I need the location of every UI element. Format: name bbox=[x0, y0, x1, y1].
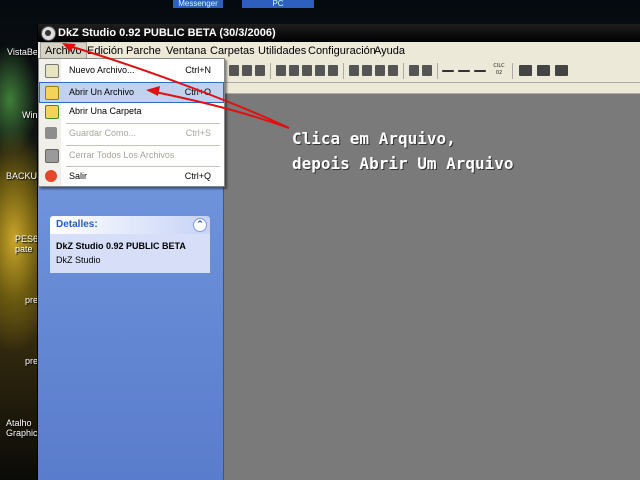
menu-item-label: Abrir Una Carpeta bbox=[69, 106, 142, 116]
close-all-icon bbox=[45, 149, 59, 163]
toolbar-secondary bbox=[224, 83, 640, 94]
menu-item-label: Nuevo Archivo... bbox=[69, 65, 135, 75]
title-bar[interactable]: DkZ Studio 0.92 PUBLIC BETA (30/3/2006) bbox=[38, 24, 640, 42]
desktop-icon-vistabe[interactable]: VistaBe bbox=[7, 47, 38, 57]
calc-button[interactable]: CILC 02 bbox=[492, 63, 506, 77]
menu-item-shortcut: Ctrl+Q bbox=[184, 171, 211, 181]
save-icon bbox=[45, 127, 57, 139]
menu-item-nuevo-archivo[interactable]: Nuevo Archivo... Ctrl+N bbox=[40, 61, 223, 80]
toolbar-button-icon[interactable] bbox=[328, 65, 338, 76]
details-header[interactable]: Detalles: ⌃ bbox=[50, 216, 210, 234]
toolbar-button-icon[interactable] bbox=[276, 65, 286, 76]
toolbar-button-icon[interactable] bbox=[229, 65, 239, 76]
menu-item-label: Guardar Como... bbox=[69, 128, 137, 138]
tutorial-annotation: Clica em Arquivo, depois Abrir Um Arquiv… bbox=[292, 126, 514, 176]
toolbar-button-icon[interactable] bbox=[242, 65, 252, 76]
menu-ayuda[interactable]: Ayuda bbox=[370, 43, 409, 59]
app-logo-icon bbox=[41, 26, 56, 41]
toolbar-button-icon[interactable] bbox=[555, 65, 568, 76]
open-folder-icon bbox=[45, 105, 59, 119]
toolbar-button-icon[interactable] bbox=[302, 65, 312, 76]
details-body: DkZ Studio 0.92 PUBLIC BETA DkZ Studio bbox=[50, 234, 210, 273]
menu-item-salir[interactable]: Salir Ctrl+Q bbox=[40, 167, 223, 186]
window-title: DkZ Studio 0.92 PUBLIC BETA (30/3/2006) bbox=[58, 27, 276, 39]
toolbar-button-icon[interactable] bbox=[289, 65, 299, 76]
menu-configuracion[interactable]: Configuración bbox=[304, 43, 380, 59]
desktop-icon-label: VistaBe bbox=[7, 47, 38, 57]
toolbar-button-icon[interactable] bbox=[422, 65, 432, 76]
details-panel: Detalles: ⌃ DkZ Studio 0.92 PUBLIC BETA … bbox=[50, 216, 210, 273]
menu-item-cerrar-todos[interactable]: Cerrar Todos Los Archivos bbox=[40, 146, 223, 165]
toolbar-button-icon[interactable] bbox=[315, 65, 325, 76]
desktop-icon-label: PES6 pate bbox=[15, 234, 39, 254]
messenger-tab-label: Messenger bbox=[178, 0, 218, 8]
toolbar-separator bbox=[343, 63, 344, 79]
toolbar-button-icon[interactable] bbox=[537, 65, 550, 76]
annotation-line-2: depois Abrir Um Arquivo bbox=[292, 154, 514, 173]
toolbar-button-icon[interactable] bbox=[458, 70, 470, 72]
new-file-icon bbox=[45, 64, 59, 78]
menu-item-label: Salir bbox=[69, 171, 88, 181]
menu-item-label: Abrir Un Archivo bbox=[69, 87, 135, 97]
toolbar-button-icon[interactable] bbox=[474, 70, 486, 72]
desktop-icon-label: Atalho Graphic bbox=[6, 418, 38, 438]
menu-item-label: Cerrar Todos Los Archivos bbox=[69, 150, 175, 160]
details-header-label: Detalles: bbox=[56, 219, 98, 230]
details-app-subtitle: DkZ Studio bbox=[56, 255, 101, 265]
menu-item-shortcut: Ctrl+N bbox=[185, 65, 211, 75]
menu-utilidades[interactable]: Utilidades bbox=[254, 43, 310, 59]
toolbar-separator bbox=[437, 63, 438, 79]
menu-edicion[interactable]: Edición bbox=[83, 43, 127, 59]
desktop-icon-win[interactable]: Win bbox=[22, 110, 38, 120]
toolbar-button-icon[interactable] bbox=[388, 65, 398, 76]
desktop-icon-label: Win bbox=[22, 110, 38, 120]
menu-ventana[interactable]: Ventana bbox=[162, 43, 210, 59]
exit-icon bbox=[45, 170, 57, 182]
menu-archivo[interactable]: Archivo bbox=[40, 42, 87, 60]
toolbar: CILC 02 bbox=[224, 60, 640, 83]
toolbar-separator bbox=[270, 63, 271, 79]
toolbar-button-icon[interactable] bbox=[409, 65, 419, 76]
annotation-line-1: Clica em Arquivo, bbox=[292, 129, 456, 148]
toolbar-button-icon[interactable] bbox=[519, 65, 532, 76]
desktop-icon-pes6[interactable]: PES6 pate bbox=[15, 234, 39, 254]
toolbar-button-icon[interactable] bbox=[362, 65, 372, 76]
menu-carpetas[interactable]: Carpetas bbox=[206, 43, 259, 59]
toolbar-button-icon[interactable] bbox=[375, 65, 385, 76]
menu-parche[interactable]: Parche bbox=[122, 43, 165, 59]
toolbar-button-icon[interactable] bbox=[349, 65, 359, 76]
file-menu-dropdown: Nuevo Archivo... Ctrl+N Abrir Un Archivo… bbox=[38, 58, 225, 187]
menu-item-shortcut: Ctrl+O bbox=[184, 87, 211, 97]
toolbar-separator bbox=[403, 63, 404, 79]
menu-item-shortcut: Ctrl+S bbox=[185, 128, 211, 138]
menu-item-guardar-como[interactable]: Guardar Como... Ctrl+S bbox=[40, 124, 223, 143]
toolbar-button-icon[interactable] bbox=[255, 65, 265, 76]
menu-item-abrir-carpeta[interactable]: Abrir Una Carpeta bbox=[40, 102, 223, 121]
pc-tab[interactable]: PC bbox=[242, 0, 314, 8]
menu-item-abrir-archivo[interactable]: Abrir Un Archivo Ctrl+O bbox=[39, 82, 224, 103]
messenger-tab[interactable]: Messenger bbox=[173, 0, 223, 8]
collapse-chevron-icon[interactable]: ⌃ bbox=[193, 218, 207, 232]
pc-tab-label: PC bbox=[272, 0, 284, 8]
desktop-icon-atalho-graphic[interactable]: Atalho Graphic bbox=[6, 418, 38, 438]
toolbar-button-icon[interactable] bbox=[442, 70, 454, 72]
details-app-name: DkZ Studio 0.92 PUBLIC BETA bbox=[56, 241, 186, 251]
toolbar-separator bbox=[512, 63, 513, 79]
open-file-icon bbox=[45, 86, 59, 100]
